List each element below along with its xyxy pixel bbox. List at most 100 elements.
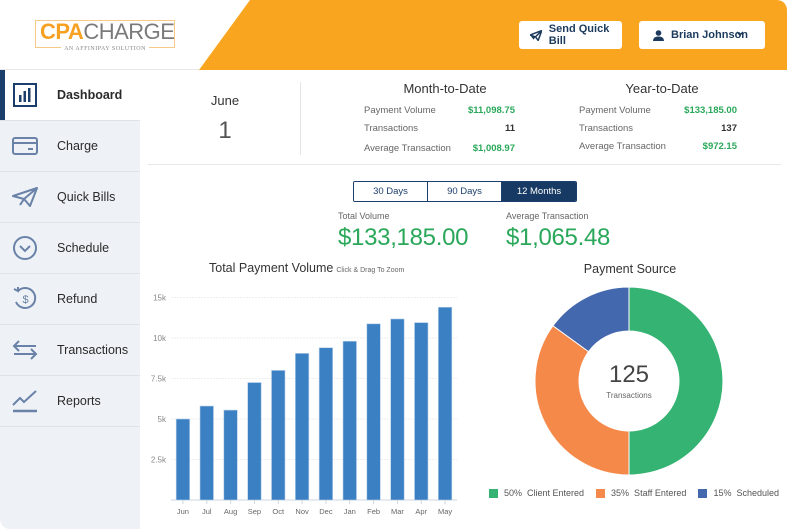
x-tick-label: Oct bbox=[272, 507, 285, 516]
legend-swatch bbox=[698, 488, 708, 498]
bar-chart-title: Total Payment Volume Click & Drag To Zoom bbox=[209, 261, 404, 275]
tab-90-days[interactable]: 90 Days bbox=[428, 182, 502, 201]
sidebar-item-label: Charge bbox=[57, 139, 98, 153]
bar[interactable] bbox=[223, 409, 238, 501]
legend-label: 35% Staff Entered bbox=[611, 488, 687, 498]
user-menu-button[interactable]: Brian Johnson bbox=[639, 21, 765, 49]
ytd-row-payment-volume: Payment Volume $133,185.00 bbox=[579, 105, 737, 116]
ytd-row-average-transaction: Average Transaction $972.15 bbox=[579, 141, 737, 152]
sidebar-item-transactions[interactable]: Transactions bbox=[0, 325, 140, 376]
legend-item[interactable]: 35% Staff Entered bbox=[596, 488, 686, 498]
sidebar-item-reports[interactable]: Reports bbox=[0, 376, 140, 427]
x-tick-label: Apr bbox=[415, 507, 427, 516]
sidebar-item-label: Reports bbox=[57, 394, 101, 408]
legend-swatch bbox=[596, 488, 606, 498]
x-tick-label: Aug bbox=[224, 507, 237, 516]
donut-chart[interactable]: 125 Transactions bbox=[529, 281, 729, 481]
stat-label: Payment Volume bbox=[364, 105, 436, 116]
y-tick-label: 10k bbox=[153, 334, 167, 343]
bar-chart[interactable]: 2.5k 5k 7.5k 10k 15k Jun Jul Aug Sep Oct Nov Dec Jan… bbox=[145, 285, 465, 520]
bar[interactable] bbox=[366, 323, 381, 501]
avg-transaction-value: $1,065.48 bbox=[506, 224, 611, 251]
paper-plane-icon bbox=[12, 184, 38, 210]
x-tick-label: Jan bbox=[344, 507, 356, 516]
bar-chart-icon bbox=[12, 82, 38, 108]
chevron-down-icon bbox=[736, 31, 744, 37]
x-tick-label: Sep bbox=[248, 507, 261, 516]
mtd-row-average-transaction: Average Transaction $1,008.97 bbox=[364, 143, 515, 154]
sidebar-item-quick-bills[interactable]: Quick Bills bbox=[0, 172, 140, 223]
logo[interactable]: CPACHARGE AN AFFINIPAY SOLUTION bbox=[35, 19, 175, 52]
logo-charge: CHARGE bbox=[83, 19, 175, 44]
bar[interactable] bbox=[342, 340, 357, 501]
donut-slice-staff-entered[interactable] bbox=[534, 325, 630, 476]
credit-card-icon bbox=[12, 133, 38, 159]
header: CPACHARGE AN AFFINIPAY SOLUTION Send Qui… bbox=[0, 0, 787, 70]
line-chart-icon bbox=[12, 388, 38, 414]
y-tick-label: 15k bbox=[153, 294, 167, 303]
y-tick-label: 7.5k bbox=[151, 375, 167, 384]
pie-legend: 50% Client Entered 35% Staff Entered 15% S… bbox=[489, 488, 787, 498]
bar[interactable] bbox=[318, 347, 333, 501]
svg-text:$: $ bbox=[22, 294, 28, 306]
bar-chart-subtitle: Click & Drag To Zoom bbox=[336, 267, 405, 274]
stat-value: $133,185.00 bbox=[684, 105, 737, 116]
bar[interactable] bbox=[199, 405, 214, 501]
current-month: June bbox=[210, 93, 240, 108]
sidebar-item-schedule[interactable]: Schedule bbox=[0, 223, 140, 274]
bar[interactable] bbox=[390, 318, 405, 501]
stat-label: Transactions bbox=[579, 123, 634, 134]
sidebar-item-label: Refund bbox=[57, 292, 98, 306]
stats-divider bbox=[300, 82, 301, 155]
stat-value: 11 bbox=[504, 123, 515, 134]
donut-center-label: Transactions bbox=[606, 391, 652, 400]
tab-30-days[interactable]: 30 Days bbox=[354, 182, 428, 201]
x-tick-label: Mar bbox=[391, 507, 404, 516]
legend-label: 50% Client Entered bbox=[504, 488, 585, 498]
app-window: CPACHARGE AN AFFINIPAY SOLUTION Send Qui… bbox=[0, 0, 787, 529]
total-volume-value: $133,185.00 bbox=[338, 224, 469, 251]
sidebar-item-charge[interactable]: Charge bbox=[0, 121, 140, 172]
sidebar: Dashboard Charge Quick Bills Schedule $ … bbox=[0, 70, 140, 529]
stat-value: 137 bbox=[721, 123, 737, 134]
clock-chevron-icon bbox=[12, 235, 38, 261]
sidebar-item-dashboard[interactable]: Dashboard bbox=[0, 70, 140, 121]
legend-item[interactable]: 15% Scheduled bbox=[698, 488, 779, 498]
total-volume-label: Total Volume bbox=[338, 211, 390, 221]
send-quick-bill-button[interactable]: Send Quick Bill bbox=[519, 21, 622, 49]
stat-value: $11,098.75 bbox=[467, 105, 515, 116]
bar[interactable] bbox=[414, 322, 429, 501]
paper-plane-icon bbox=[530, 29, 542, 41]
sidebar-item-label: Quick Bills bbox=[57, 190, 116, 204]
sidebar-item-label: Schedule bbox=[57, 241, 110, 255]
logo-tagline: AN AFFINIPAY SOLUTION bbox=[61, 46, 149, 52]
stat-label: Average Transaction bbox=[364, 143, 451, 154]
mtd-row-payment-volume: Payment Volume $11,098.75 bbox=[364, 105, 515, 116]
bar[interactable] bbox=[247, 382, 262, 501]
current-day: 1 bbox=[218, 117, 232, 144]
bar[interactable] bbox=[295, 353, 310, 501]
bar[interactable] bbox=[438, 306, 453, 501]
ytd-row-transactions: Transactions 137 bbox=[579, 123, 737, 134]
legend-item[interactable]: 50% Client Entered bbox=[489, 488, 584, 498]
sidebar-item-refund[interactable]: $ Refund bbox=[0, 274, 140, 325]
logo-cpa: CPA bbox=[40, 19, 84, 44]
range-selector: 30 Days 90 Days 12 Months bbox=[353, 181, 577, 202]
avg-transaction-label: Average Transaction bbox=[506, 211, 589, 221]
y-tick-label: 2.5k bbox=[151, 456, 167, 465]
x-tick-label: Jul bbox=[202, 507, 212, 516]
stat-value: $972.15 bbox=[702, 141, 737, 152]
sidebar-item-label: Transactions bbox=[57, 343, 129, 357]
legend-label: 15% Scheduled bbox=[713, 488, 779, 498]
bar[interactable] bbox=[175, 418, 190, 501]
y-tick-label: 5k bbox=[158, 415, 167, 424]
sidebar-item-label: Dashboard bbox=[57, 88, 123, 102]
section-divider bbox=[148, 164, 781, 165]
bar[interactable] bbox=[271, 370, 286, 501]
stat-label: Average Transaction bbox=[579, 141, 666, 152]
donut-center-value: 125 bbox=[609, 361, 649, 388]
x-tick-label: Feb bbox=[367, 507, 380, 516]
x-tick-label: Dec bbox=[319, 507, 333, 516]
tab-12-months[interactable]: 12 Months bbox=[502, 182, 576, 201]
ytd-title: Year-to-Date bbox=[625, 81, 699, 96]
